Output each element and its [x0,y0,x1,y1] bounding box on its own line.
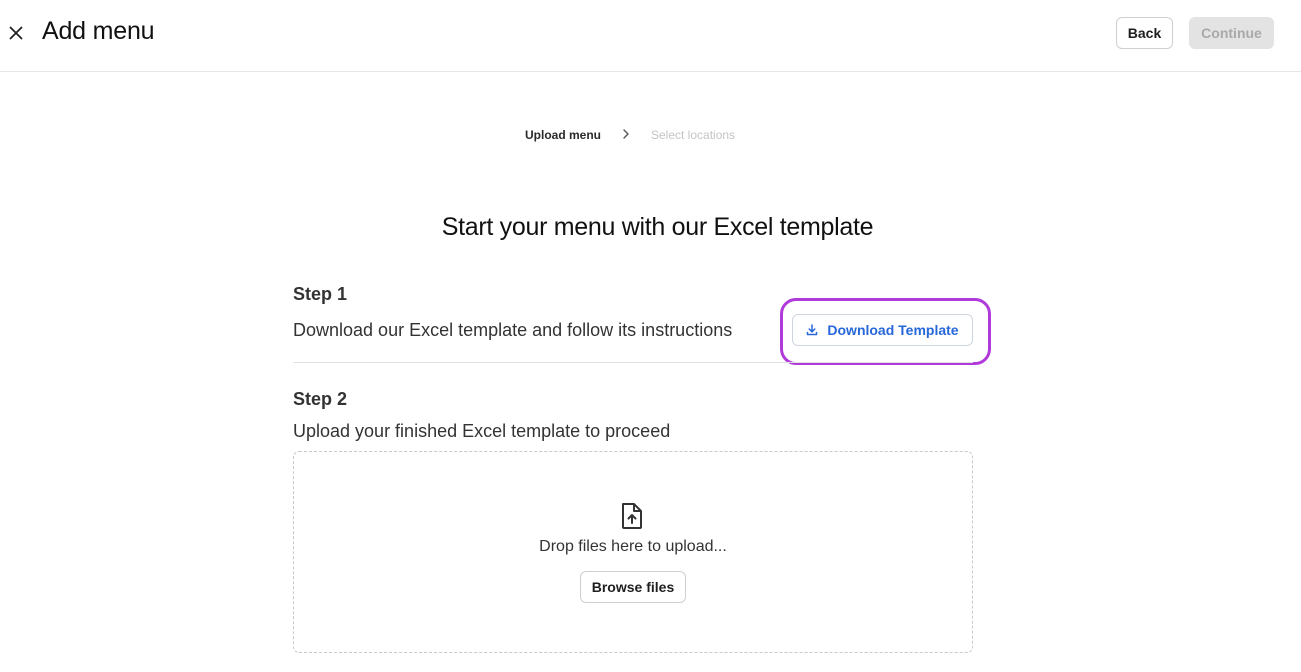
download-template-label: Download Template [827,322,959,338]
step1-description: Download our Excel template and follow i… [293,320,733,340]
file-upload-icon [622,503,642,529]
step-upload-menu: Upload menu [525,128,602,142]
download-icon [807,324,818,336]
close-button[interactable] [6,23,26,43]
file-dropzone[interactable]: Drop files here to upload... Browse file… [293,451,973,653]
step1-label: Step 1 [293,284,348,304]
step2-label: Step 2 [293,389,348,409]
top-bar: Add menu Back Continue [0,0,1301,72]
dropzone-text: Drop files here to upload... [539,538,727,555]
main-heading: Start your menu with our Excel template [441,213,874,241]
page-title: Add menu [42,17,155,45]
stepper: Upload menu Select locations [0,127,1301,143]
section-divider [293,362,973,363]
back-button[interactable]: Back [1116,17,1173,49]
close-icon [9,26,23,40]
chevron-right-icon [623,129,629,139]
download-template-button[interactable]: Download Template [792,314,973,346]
step2-description: Upload your finished Excel template to p… [293,421,671,441]
browse-files-button[interactable]: Browse files [580,571,686,603]
continue-button[interactable]: Continue [1189,17,1274,49]
step-select-locations: Select locations [651,128,736,142]
